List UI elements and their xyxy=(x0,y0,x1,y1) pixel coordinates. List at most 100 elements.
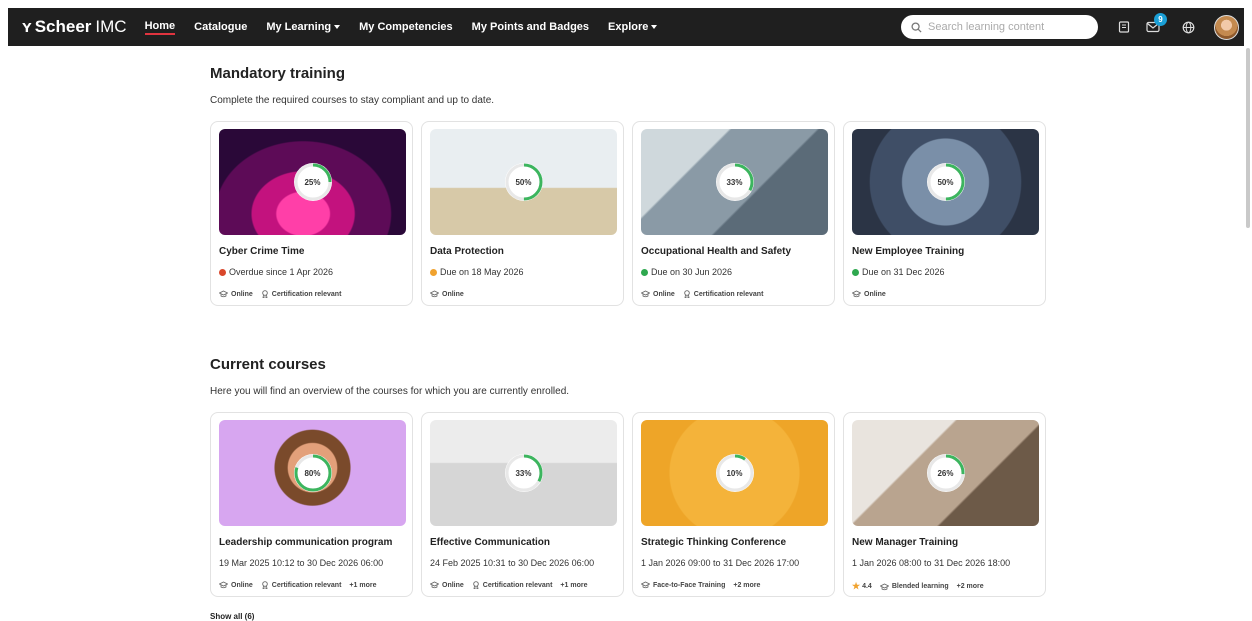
course-tag: Blended learning xyxy=(879,583,949,591)
course-dates: 24 Feb 2025 10:31 to 30 Dec 2026 06:00 xyxy=(430,558,594,568)
course-title: New Manager Training xyxy=(852,537,959,548)
nav-item-explore[interactable]: Explore xyxy=(608,21,658,33)
scheer-imc-logo[interactable]: ʏ Scheer IMC xyxy=(22,17,127,37)
course-dates-text: 24 Feb 2025 10:31 to 30 Dec 2026 06:00 xyxy=(430,558,595,568)
graduation-cap-icon xyxy=(430,581,439,589)
course-tags: Online Certification relevant +1 more xyxy=(219,581,384,589)
due-status: Due on 18 May 2026 xyxy=(430,267,524,277)
course-tag: Online xyxy=(219,581,253,589)
course-tag: Certification relevant xyxy=(472,581,553,589)
certificate-icon xyxy=(473,581,479,589)
mandatory-cards: 25% Cyber Crime Time Overdue since 1 Apr 2… xyxy=(210,121,1046,306)
user-avatar[interactable] xyxy=(1214,15,1239,40)
course-tags: Online Certification relevant xyxy=(641,290,771,298)
status-dot-icon xyxy=(219,268,226,276)
course-card[interactable]: 33% Occupational Health and Safety Due on … xyxy=(632,121,835,306)
nav-item-label: Explore xyxy=(608,21,649,33)
progress-label: 33% xyxy=(726,177,743,187)
course-tag-label: Certification relevant xyxy=(693,290,764,298)
course-tag-label: Online xyxy=(653,290,675,298)
course-tag-label: Certification relevant xyxy=(482,581,553,589)
section-subtitle: Complete the required courses to stay co… xyxy=(210,95,495,106)
status-dot-icon xyxy=(641,268,648,276)
language-globe-icon[interactable] xyxy=(1180,19,1196,35)
certificate-icon xyxy=(262,290,268,298)
graduation-cap-icon xyxy=(219,290,228,298)
more-tags[interactable]: +2 more xyxy=(733,582,760,589)
more-tags[interactable]: +2 more xyxy=(957,583,984,590)
progress-ring: 25% xyxy=(293,162,333,202)
mandatory-training-section: Mandatory training Complete the required… xyxy=(210,65,494,106)
due-status-text: Due on 18 May 2026 xyxy=(440,267,524,277)
nav-item-my-competencies[interactable]: My Competencies xyxy=(359,21,453,33)
nav-item-label: Catalogue xyxy=(194,21,248,33)
course-thumbnail: 25% xyxy=(219,129,406,235)
notification-count-badge: 9 xyxy=(1154,13,1167,26)
more-tags[interactable]: +1 more xyxy=(349,582,376,589)
course-tag: Online xyxy=(430,290,464,298)
progress-ring: 50% xyxy=(926,162,966,202)
course-card[interactable]: 50% New Employee Training Due on 31 Dec 20… xyxy=(843,121,1046,306)
show-all-link[interactable]: Show all (6) xyxy=(210,612,254,621)
due-status-text: Due on 30 Jun 2026 xyxy=(651,267,733,277)
course-card[interactable]: 80% Leadership communication program 19 Ma… xyxy=(210,412,413,597)
search-box[interactable] xyxy=(901,15,1098,39)
progress-ring: 10% xyxy=(715,453,755,493)
progress-label: 50% xyxy=(937,177,954,187)
course-thumbnail: 33% xyxy=(641,129,828,235)
catalog-book-icon[interactable] xyxy=(1116,19,1132,35)
course-card[interactable]: 33% Effective Communication 24 Feb 2025 10… xyxy=(421,412,624,597)
search-input[interactable] xyxy=(928,21,1078,33)
course-tag-label: Certification relevant xyxy=(271,290,342,298)
current-course-cards: 80% Leadership communication program 19 Ma… xyxy=(210,412,1046,597)
course-tag: Online xyxy=(430,581,464,589)
progress-label: 10% xyxy=(726,468,743,478)
due-status-text: Due on 31 Dec 2026 xyxy=(862,267,945,277)
course-title: Effective Communication xyxy=(430,537,551,548)
nav-item-catalogue[interactable]: Catalogue xyxy=(194,21,247,33)
chevron-down-icon xyxy=(651,25,658,29)
course-dates-text: 1 Jan 2026 09:00 to 31 Dec 2026 17:00 xyxy=(641,558,800,568)
nav-item-home[interactable]: Home xyxy=(144,20,176,35)
graduation-cap-icon xyxy=(879,583,889,590)
progress-ring: 80% xyxy=(293,453,333,493)
course-tag-label: Blended learning xyxy=(891,583,949,590)
course-card[interactable]: 10% Strategic Thinking Conference 1 Jan 20… xyxy=(632,412,835,597)
course-dates: 19 Mar 2025 10:12 to 30 Dec 2026 06:00 xyxy=(219,558,383,568)
graduation-cap-icon xyxy=(641,290,650,298)
course-title: New Employee Training xyxy=(852,246,965,257)
nav-item-my-points-and-badges[interactable]: My Points and Badges xyxy=(472,21,589,33)
course-card[interactable]: 26% New Manager Training 1 Jan 2026 08:00 … xyxy=(843,412,1046,597)
course-title: Leadership communication program xyxy=(219,537,393,548)
nav-item-my-learning[interactable]: My Learning xyxy=(266,21,341,33)
course-card[interactable]: 25% Cyber Crime Time Overdue since 1 Apr 2… xyxy=(210,121,413,306)
graduation-cap-icon xyxy=(219,581,228,589)
course-tags: Face-to-Face Training +2 more xyxy=(641,581,768,589)
progress-ring: 33% xyxy=(504,453,544,493)
course-dates: 1 Jan 2026 08:00 to 31 Dec 2026 18:00 xyxy=(852,558,1010,568)
due-status-text: Overdue since 1 Apr 2026 xyxy=(229,267,334,277)
search-icon xyxy=(911,21,922,33)
course-thumbnail: 80% xyxy=(219,420,406,526)
section-title: Current courses xyxy=(210,356,326,373)
course-title: Strategic Thinking Conference xyxy=(641,537,787,548)
page-scrollbar[interactable] xyxy=(1246,48,1250,228)
graduation-cap-icon xyxy=(852,290,861,298)
course-tag: Certification relevant xyxy=(261,581,342,589)
due-status: Overdue since 1 Apr 2026 xyxy=(219,267,333,277)
course-tag-label: Online xyxy=(231,290,253,298)
course-tag-label: Online xyxy=(442,290,464,298)
course-tag-label: Certification relevant xyxy=(271,581,342,589)
progress-ring: 50% xyxy=(504,162,544,202)
course-thumbnail: 33% xyxy=(430,420,617,526)
course-tags: Online xyxy=(430,290,472,298)
course-title: Cyber Crime Time xyxy=(219,246,305,257)
due-status: Due on 30 Jun 2026 xyxy=(641,267,732,277)
graduation-cap-icon xyxy=(430,290,439,298)
course-thumbnail: 26% xyxy=(852,420,1039,526)
more-tags[interactable]: +1 more xyxy=(560,582,587,589)
certificate-icon xyxy=(262,581,268,589)
course-card[interactable]: 50% Data Protection Due on 18 May 2026 Onli… xyxy=(421,121,624,306)
due-status: Due on 31 Dec 2026 xyxy=(852,267,945,277)
course-thumbnail: 50% xyxy=(430,129,617,235)
